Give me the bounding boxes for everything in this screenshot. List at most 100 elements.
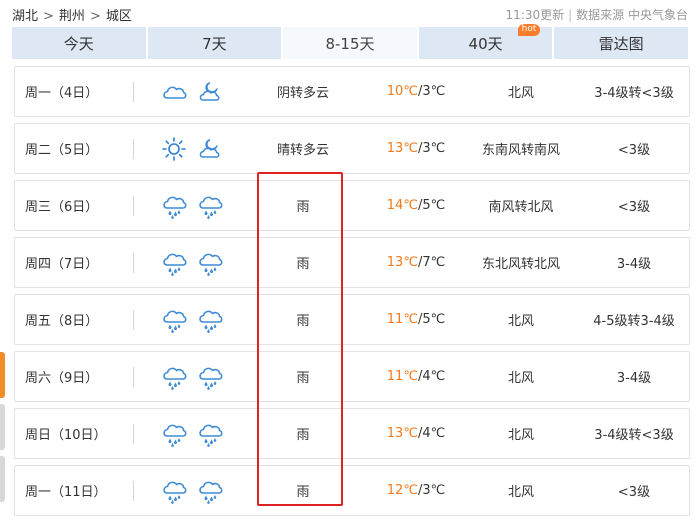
temperature-low: /3℃	[417, 84, 446, 99]
tab-label: 8-15天	[325, 34, 375, 53]
forecast-row: 周五（8日） 雨 11℃/5℃ 北风 4-5级转3-4级	[14, 294, 690, 345]
wind-level: <3级	[617, 200, 651, 215]
temperature: 13℃/4℃	[371, 409, 461, 458]
tab-today[interactable]: 今天	[12, 27, 148, 59]
weather-description: 雨	[296, 428, 310, 443]
hot-badge: hot	[517, 24, 541, 36]
day-label: 周六（9日）	[25, 371, 99, 386]
weather-description: 雨	[296, 257, 310, 272]
temperature: 12℃/3℃	[371, 466, 461, 515]
rain-icon	[199, 481, 223, 504]
data-source: 数据来源 中央气象台	[576, 8, 688, 22]
tab-40-days[interactable]: 40天 hot	[418, 24, 555, 59]
forecast-row: 周六（9日） 雨 11℃/4℃ 北风 3-4级	[14, 351, 690, 402]
weather-icons	[160, 352, 230, 401]
rain-icon	[163, 424, 187, 447]
wind-direction: 东南风转南风	[481, 143, 560, 158]
breadcrumb-district: 城区	[105, 9, 132, 24]
rain-icon	[163, 253, 187, 276]
forecast-row: 周一（4日） 阴转多云 10℃/3℃ 北风 3-4级转<3级	[14, 66, 690, 117]
wind-level: <3级	[617, 143, 651, 158]
divider-line	[133, 196, 134, 216]
forecast-row: 周四（7日） 雨 13℃/7℃ 东北风转北风 3-4级	[14, 237, 690, 288]
divider-line	[133, 139, 134, 159]
divider-line	[133, 82, 134, 102]
forecast-tabs: 今天 7天 8-15天 40天 hot 雷达图	[12, 24, 688, 59]
day-label: 周日（10日）	[25, 428, 107, 443]
side-tab[interactable]	[0, 404, 5, 450]
day-label: 周五（8日）	[25, 314, 99, 329]
wind-direction: 南风转北风	[488, 200, 554, 215]
temperature: 13℃/7℃	[371, 238, 461, 287]
temperature-high: 13℃	[386, 141, 418, 156]
side-tab[interactable]	[0, 352, 5, 398]
breadcrumb-province[interactable]: 湖北	[12, 9, 38, 24]
day-label: 周四（7日）	[25, 257, 99, 272]
weather-description: 雨	[296, 200, 310, 215]
temperature-high: 11℃	[386, 312, 418, 327]
weather-icons	[160, 67, 230, 116]
temperature-low: /3℃	[417, 483, 446, 498]
temperature: 11℃/5℃	[371, 295, 461, 344]
wind-direction: 北风	[507, 86, 534, 101]
weather-icons	[160, 238, 230, 287]
tab-label: 40天	[468, 34, 503, 53]
temperature-high: 10℃	[386, 84, 418, 99]
weather-icons	[160, 181, 230, 230]
temperature-low: /3℃	[417, 141, 446, 156]
wind-level: 4-5级转3-4级	[593, 314, 675, 329]
weather-description: 阴转多云	[276, 86, 329, 101]
temperature-high: 13℃	[386, 426, 418, 441]
wind-level: 3-4级转<3级	[594, 86, 674, 101]
rain-icon	[199, 253, 223, 276]
weather-icons	[160, 295, 230, 344]
temperature-low: /5℃	[417, 198, 446, 213]
top-bar: 湖北 > 荆州 > 城区 11:30更新 | 数据来源 中央气象台	[0, 0, 700, 26]
wind-direction: 北风	[507, 485, 534, 500]
forecast-row: 周三（6日） 雨 14℃/5℃ 南风转北风 <3级	[14, 180, 690, 231]
temperature-high: 13℃	[386, 255, 418, 270]
breadcrumb-separator: >	[43, 9, 54, 24]
wind-level: 3-4级转<3级	[594, 428, 674, 443]
breadcrumb-city[interactable]: 荆州	[59, 9, 85, 24]
side-tab[interactable]	[0, 456, 5, 502]
temperature-low: /4℃	[417, 369, 446, 384]
tab-8-15-days[interactable]: 8-15天	[283, 27, 419, 59]
weather-description: 晴转多云	[276, 143, 329, 158]
update-info: 11:30更新 | 数据来源 中央气象台	[506, 6, 688, 23]
divider-line	[133, 253, 134, 273]
forecast-row: 周日（10日） 雨 13℃/4℃ 北风 3-4级转<3级	[14, 408, 690, 459]
wind-direction: 东北风转北风	[481, 257, 560, 272]
tab-label: 雷达图	[598, 34, 644, 53]
wind-direction: 北风	[507, 428, 534, 443]
rain-icon	[163, 367, 187, 390]
update-divider: |	[568, 8, 573, 22]
day-label: 周一（11日）	[25, 485, 107, 500]
weather-icons	[160, 466, 230, 515]
rain-icon	[199, 310, 223, 333]
forecast-row: 周二（5日） 晴转多云 13℃/3℃ 东南风转南风 <3级	[14, 123, 690, 174]
divider-line	[133, 424, 134, 444]
day-label: 周二（5日）	[25, 143, 99, 158]
rain-icon	[163, 196, 187, 219]
rain-icon	[163, 481, 187, 504]
breadcrumb: 湖北 > 荆州 > 城区	[12, 5, 132, 24]
tab-7-days[interactable]: 7天	[147, 27, 284, 59]
divider-line	[133, 310, 134, 330]
forecast-list: 周一（4日） 阴转多云 10℃/3℃ 北风 3-4级转<3级 周二（5日） 晴转多云 13℃ /…	[14, 66, 690, 522]
forecast-row: 周一（11日） 雨 12℃/3℃ 北风 <3级	[14, 465, 690, 516]
temperature-high: 14℃	[386, 198, 418, 213]
tab-radar[interactable]: 雷达图	[554, 27, 688, 59]
temperature-low: /4℃	[417, 426, 446, 441]
temperature: 13℃/3℃	[371, 124, 461, 173]
sun-icon	[162, 136, 186, 161]
temperature-low: /5℃	[417, 312, 446, 327]
temperature: 10℃/3℃	[371, 67, 461, 116]
moon-cloud-icon	[199, 138, 220, 158]
rain-icon	[199, 367, 223, 390]
moon-cloud-icon	[199, 81, 220, 101]
temperature: 11℃/4℃	[371, 352, 461, 401]
temperature: 14℃/5℃	[371, 181, 461, 230]
weather-description: 雨	[296, 314, 310, 329]
day-label: 周三（6日）	[25, 200, 99, 215]
